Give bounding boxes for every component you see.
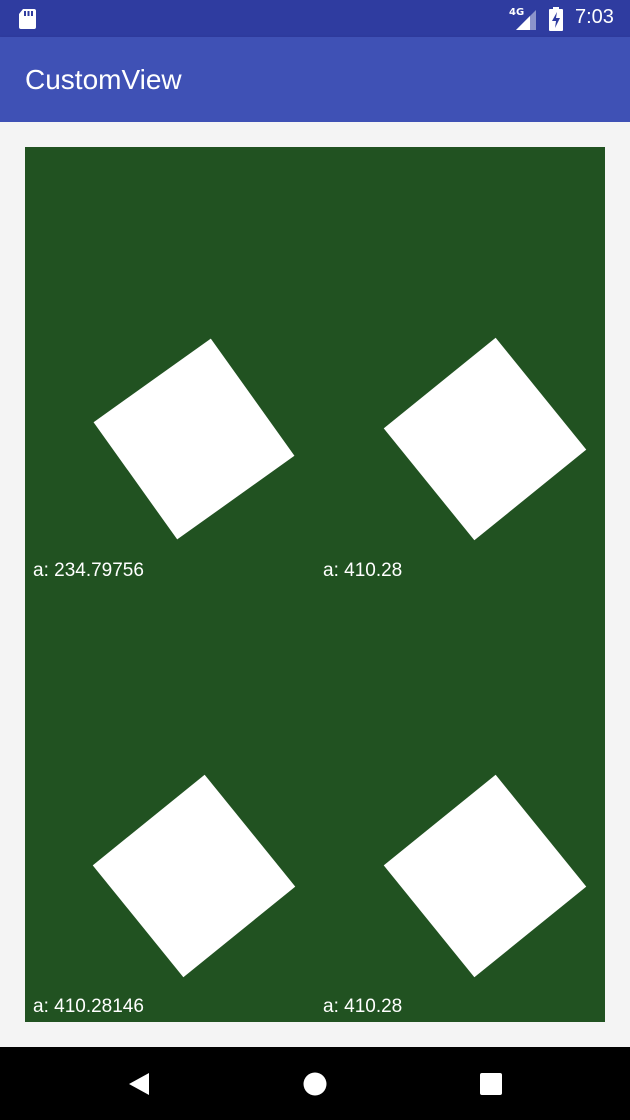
status-clock: 7:03 (575, 6, 614, 28)
back-icon[interactable] (124, 1069, 154, 1099)
status-bar: 4G 7:03 (0, 0, 630, 37)
angle-label-4: a: 410.28 (323, 996, 403, 1017)
navigation-bar (0, 1047, 630, 1120)
recents-icon[interactable] (476, 1069, 506, 1099)
rotated-square-4 (383, 774, 587, 978)
angle-label-3: a: 410.28146 (33, 996, 144, 1017)
battery-charging-icon (549, 7, 563, 31)
angle-label-1: a: 234.79756 (33, 560, 144, 581)
home-icon[interactable] (300, 1069, 330, 1099)
angle-label-2: a: 410.28 (323, 560, 403, 581)
rotated-square-2 (383, 337, 587, 541)
app-bar: CustomView (0, 37, 630, 122)
rotated-square-1 (93, 338, 295, 540)
signal-icon (516, 10, 536, 30)
sd-card-icon (19, 9, 36, 29)
rotated-square-3 (92, 774, 296, 978)
custom-view-canvas[interactable]: a: 234.79756 a: 410.28 a: 410.28146 a: 4… (25, 147, 605, 1022)
app-title: CustomView (25, 64, 182, 95)
